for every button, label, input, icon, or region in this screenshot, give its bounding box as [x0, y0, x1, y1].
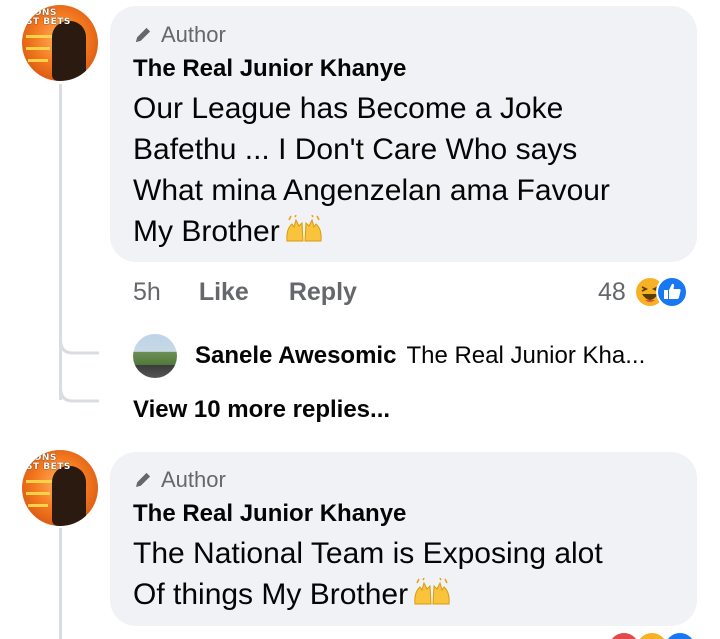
comment-actions: 5h Like Reply: [133, 278, 357, 307]
commenter-avatar[interactable]: IIONS ST BETS: [22, 5, 98, 81]
reply-snippet: The Real Junior Kha...: [406, 342, 646, 369]
commenter-avatar[interactable]: IIONS ST BETS: [22, 450, 98, 526]
view-more-replies-link[interactable]: View 10 more replies...: [133, 396, 390, 424]
partial-reaction-icons: [612, 633, 692, 639]
reaction-count: 48: [598, 277, 626, 306]
commenter-name[interactable]: The Real Junior Khanye: [133, 55, 406, 83]
reply-author-name: Sanele Awesomic: [195, 342, 397, 369]
reply-preview[interactable]: Sanele Awesomic The Real Junior Kha...: [133, 334, 645, 378]
commenter-name[interactable]: The Real Junior Khanye: [133, 500, 406, 528]
pencil-icon: [136, 472, 151, 487]
like-reaction-icon: [655, 276, 688, 308]
comment-timestamp[interactable]: 5h: [133, 278, 161, 307]
reply-avatar[interactable]: [133, 334, 177, 378]
comment-text: Our League has Become a Joke Bafethu ...…: [133, 92, 610, 248]
raising-hands-icon: [414, 578, 450, 605]
author-badge: Author: [133, 467, 226, 493]
pencil-icon: [136, 27, 151, 42]
like-button[interactable]: Like: [199, 278, 249, 307]
comment-text: The National Team is Exposing alot Of th…: [133, 537, 603, 611]
author-badge: Author: [133, 22, 226, 48]
reply-connector: [59, 300, 99, 403]
reply-button[interactable]: Reply: [289, 278, 357, 307]
raising-hands-icon: [286, 215, 322, 242]
author-label: Author: [161, 467, 226, 492]
thread-line-bottom: [59, 528, 62, 639]
reaction-summary[interactable]: 48: [598, 276, 694, 308]
author-label: Author: [161, 22, 226, 47]
